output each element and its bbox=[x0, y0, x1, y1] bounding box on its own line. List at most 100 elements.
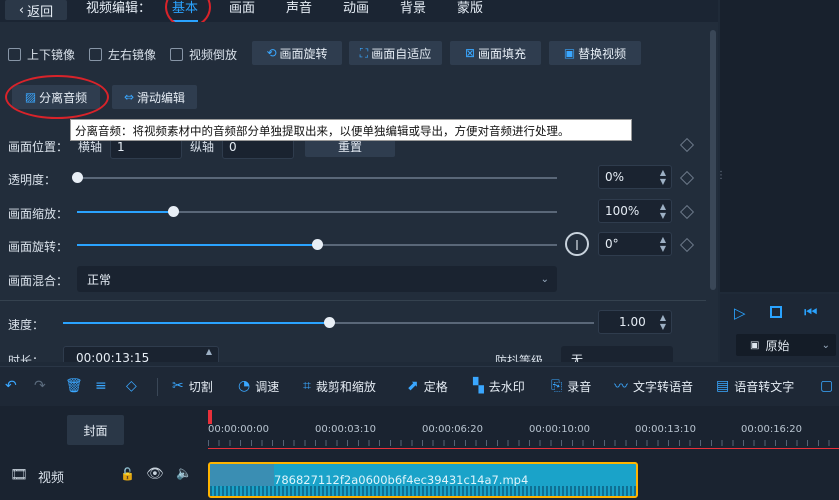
annotation-circle-split-audio bbox=[5, 75, 109, 119]
spin-up-icon[interactable]: ▲ bbox=[206, 347, 212, 356]
flip-vertical-option[interactable]: 上下镜像 bbox=[8, 46, 75, 63]
waveform-icon: 〰 bbox=[614, 379, 628, 395]
redo-icon[interactable]: ↷ bbox=[34, 376, 51, 396]
video-preview bbox=[720, 0, 839, 292]
back-button[interactable]: ‹ 返回 bbox=[5, 0, 67, 20]
tab-picture[interactable]: 画面 bbox=[229, 0, 255, 20]
scale-slider[interactable] bbox=[77, 211, 557, 213]
video-track-label: 视频 bbox=[38, 471, 65, 486]
crop-zoom-button[interactable]: ⌗ 裁剪和缩放 bbox=[303, 376, 376, 396]
tab-animation[interactable]: 动画 bbox=[343, 0, 369, 20]
tab-audio[interactable]: 声音 bbox=[286, 0, 312, 20]
clip-filename: 786827112f2a0600b6f4ec39431c14a7.mp4 bbox=[274, 473, 529, 487]
play-icon[interactable]: ▷ bbox=[734, 304, 746, 322]
tab-mask[interactable]: 蒙版 bbox=[457, 0, 483, 20]
fill-icon: ⊠ bbox=[464, 46, 476, 60]
flip-horizontal-checkbox[interactable] bbox=[89, 48, 102, 61]
blend-select[interactable]: 正常 ⌄ bbox=[77, 266, 557, 292]
speed-label: 速度： bbox=[8, 318, 45, 332]
replace-video-button[interactable]: ▣ 替换视频 bbox=[549, 41, 641, 65]
opacity-slider[interactable] bbox=[77, 177, 557, 179]
speed-input[interactable]: 1.00 ▲ ▼ bbox=[598, 310, 672, 334]
record-button[interactable]: ⎘ 录音 bbox=[551, 376, 591, 396]
undo-icon[interactable]: ↶ bbox=[5, 376, 22, 396]
rotate-label: 画面旋转： bbox=[8, 240, 69, 254]
subtitle-icon: ▤ bbox=[716, 378, 730, 394]
speed-slider-handle[interactable] bbox=[324, 317, 335, 328]
tick-label: 00:00:16:20 bbox=[741, 424, 803, 435]
playhead-marker[interactable] bbox=[208, 410, 212, 424]
scroll-edit-button[interactable]: ⇔ 滑动编辑 bbox=[112, 85, 197, 109]
chevron-left-icon: ‹ bbox=[18, 2, 25, 18]
scale-label: 画面缩放： bbox=[8, 207, 69, 221]
blend-label: 画面混合： bbox=[8, 274, 69, 288]
fill-button[interactable]: ⊠ 画面填充 bbox=[450, 41, 541, 65]
tooltip: 分离音频：将视频素材中的音频部分单独提取出来，以便单独编辑或导出，方便对音频进行… bbox=[70, 119, 632, 141]
spin-arrows-icon[interactable]: ▲ ▼ bbox=[660, 313, 666, 331]
lock-icon[interactable]: 🔓 bbox=[120, 467, 135, 481]
adjust-icon[interactable]: ≡ bbox=[95, 376, 112, 396]
video-clip[interactable]: 786827112f2a0600b6f4ec39431c14a7.mp4 bbox=[208, 462, 638, 498]
reverse-checkbox[interactable] bbox=[170, 48, 183, 61]
opacity-input[interactable]: 0% ▲ ▼ bbox=[598, 165, 672, 189]
film-icon: 🎞 bbox=[10, 467, 28, 483]
speedometer-icon: ◔ bbox=[238, 378, 251, 394]
ruler-ticks bbox=[208, 440, 839, 446]
rotate-button[interactable]: ⟲ 画面旋转 bbox=[252, 41, 342, 65]
previous-frame-icon[interactable]: ⏮ bbox=[804, 303, 818, 321]
keyframe-add-icon[interactable]: ◇ bbox=[126, 376, 142, 396]
flip-vertical-label: 上下镜像 bbox=[27, 48, 76, 62]
opacity-slider-handle[interactable] bbox=[72, 172, 83, 183]
back-label: 返回 bbox=[27, 4, 54, 20]
freeze-button[interactable]: ⬈ 定格 bbox=[407, 376, 448, 396]
record-icon: ⎘ bbox=[551, 378, 563, 394]
tick-label: 00:00:13:10 bbox=[635, 424, 697, 435]
speed-button[interactable]: ◔ 调速 bbox=[238, 376, 279, 396]
fit-icon: ⛶ bbox=[359, 45, 369, 60]
tab-background[interactable]: 背景 bbox=[400, 0, 426, 20]
chevron-down-icon: ⌄ bbox=[821, 339, 830, 351]
remove-watermark-button[interactable]: ▚ 去水印 bbox=[473, 376, 525, 396]
delete-icon[interactable]: 🗑 bbox=[65, 376, 88, 396]
stabilize-label: 防抖等级 bbox=[495, 354, 544, 362]
spin-arrows-icon[interactable]: ▲ ▼ bbox=[660, 202, 666, 220]
speech-to-text-button[interactable]: ▤ 语音转文字 bbox=[716, 376, 794, 396]
cover-button[interactable]: 封面 bbox=[67, 415, 124, 445]
scale-slider-handle[interactable] bbox=[168, 206, 179, 217]
duration-label: 时长： bbox=[8, 354, 45, 362]
clip-waveform bbox=[210, 486, 636, 496]
divider bbox=[0, 300, 706, 301]
stabilize-select[interactable]: 无 bbox=[561, 346, 673, 362]
tick-label: 00:00:03:10 bbox=[315, 424, 377, 435]
flip-vertical-checkbox[interactable] bbox=[8, 48, 21, 61]
chevron-down-icon: ⌄ bbox=[540, 273, 549, 285]
playback-controls: ▷ ⏮ ▣ 原始 ⌄ bbox=[720, 294, 839, 362]
panel-scrollbar[interactable] bbox=[710, 30, 716, 290]
fit-button[interactable]: ⛶ 画面自适应 bbox=[349, 41, 442, 65]
panel-resize-handle[interactable]: ⋮ bbox=[716, 170, 726, 181]
duration-input[interactable]: 00:00:13:15 ▲ bbox=[63, 346, 219, 362]
spin-arrows-icon[interactable]: ▲ ▼ bbox=[660, 168, 666, 186]
speaker-icon[interactable]: 🔈 bbox=[176, 466, 192, 481]
cut-button[interactable]: ✂ 切割 bbox=[172, 376, 213, 396]
crop-icon: ⌗ bbox=[303, 378, 311, 394]
scissors-icon: ✂ bbox=[172, 378, 184, 394]
more-tool-icon[interactable]: ▢ bbox=[820, 376, 838, 396]
rotate-slider-handle[interactable] bbox=[312, 239, 323, 250]
reverse-option[interactable]: 视频倒放 bbox=[170, 46, 237, 63]
rotate-icon: ⟲ bbox=[266, 46, 277, 60]
flip-horizontal-option[interactable]: 左右镜像 bbox=[89, 46, 156, 63]
eye-icon[interactable]: 👁 bbox=[146, 466, 164, 482]
speed-slider-fill bbox=[63, 322, 329, 324]
position-label: 画面位置： bbox=[8, 140, 69, 154]
toolbar-divider bbox=[157, 378, 158, 396]
aspect-ratio-select[interactable]: ▣ 原始 ⌄ bbox=[736, 334, 836, 356]
spin-arrows-icon[interactable]: ▲ ▼ bbox=[660, 235, 666, 253]
stop-icon[interactable] bbox=[770, 306, 782, 318]
rotate-input[interactable]: 0° ▲ ▼ bbox=[598, 232, 672, 256]
text-to-speech-button[interactable]: 〰文字转语音 bbox=[614, 376, 693, 396]
scale-input[interactable]: 100% ▲ ▼ bbox=[598, 199, 672, 223]
flip-horizontal-label: 左右镜像 bbox=[108, 48, 157, 62]
rotation-dial-icon[interactable]: ǀ bbox=[565, 232, 589, 256]
playhead-line bbox=[208, 448, 839, 449]
